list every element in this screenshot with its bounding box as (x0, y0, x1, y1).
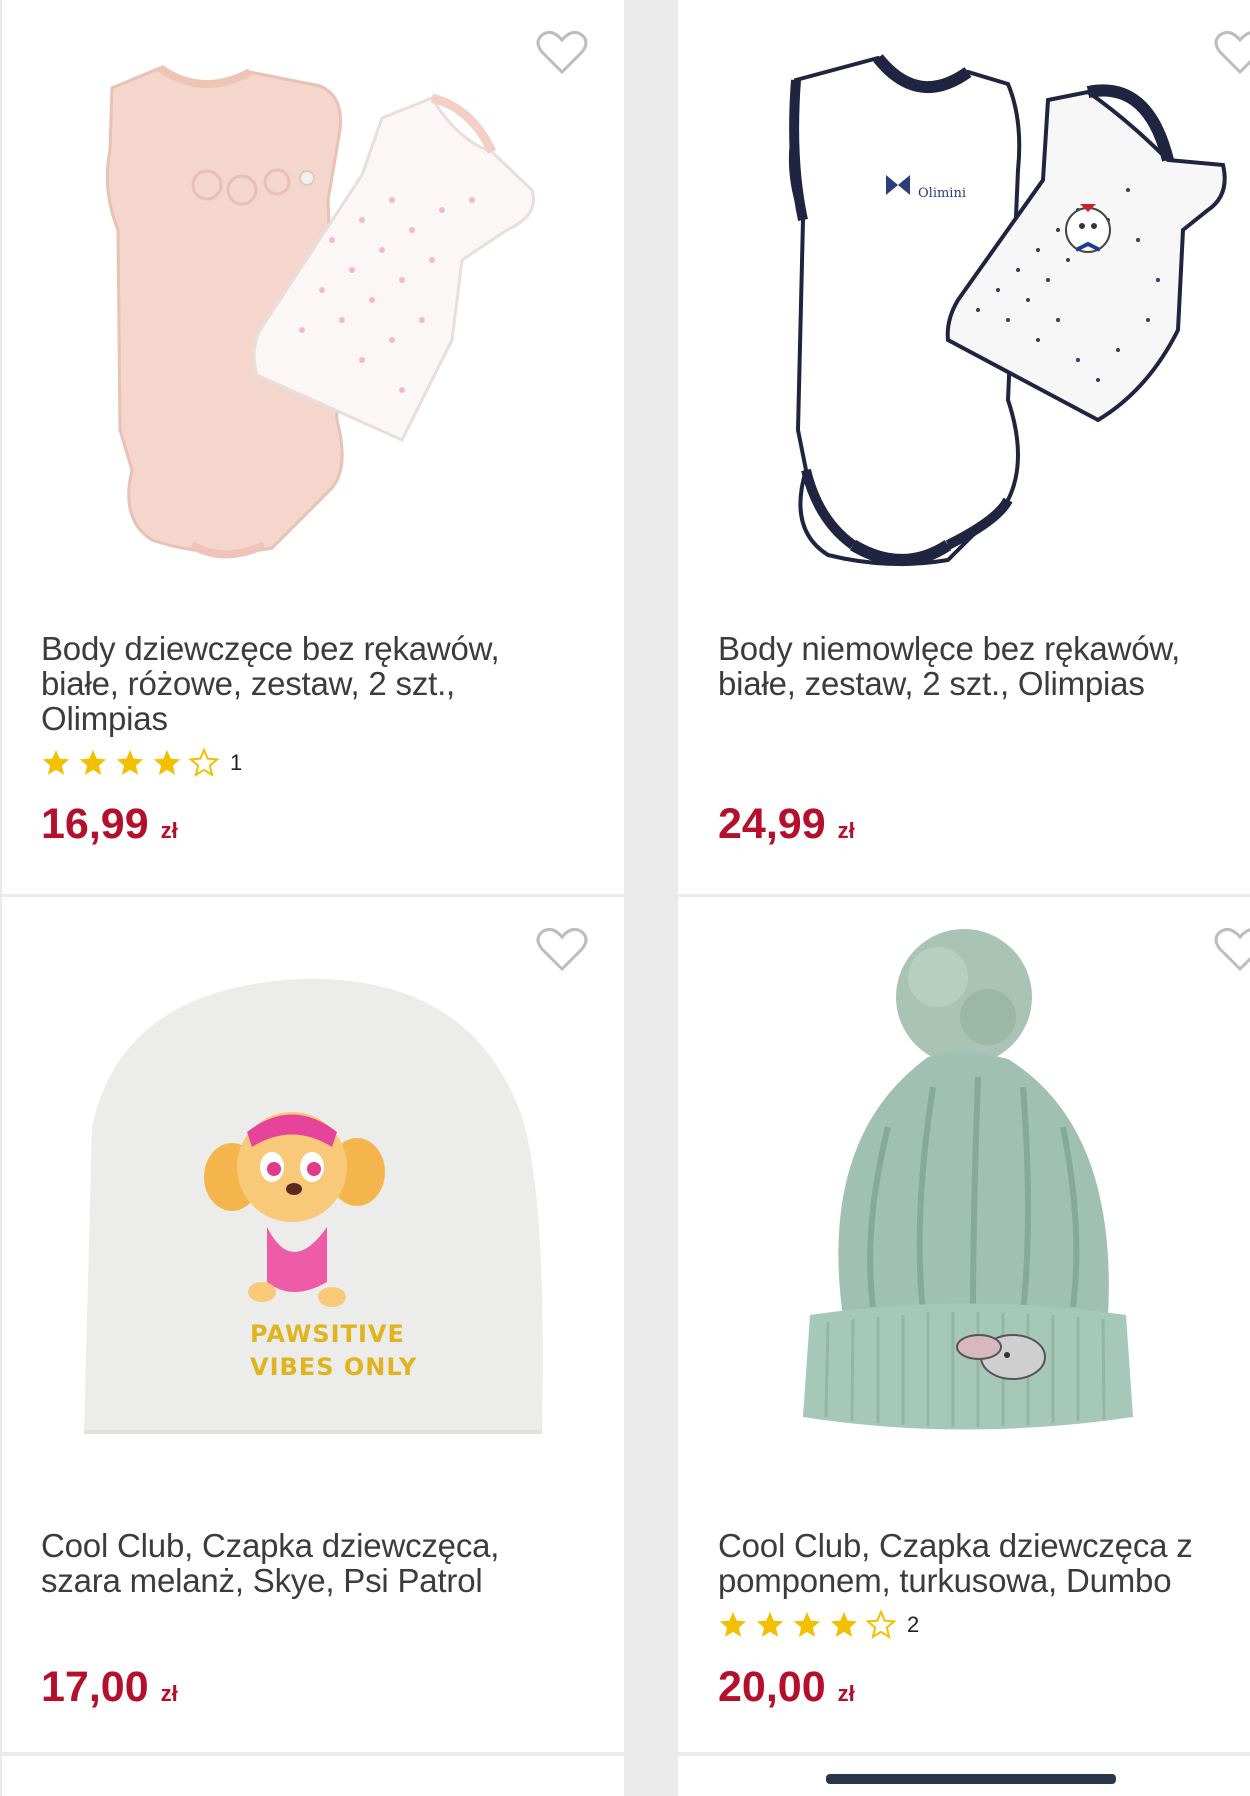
product-image-partial (826, 1774, 1116, 1784)
product-card-partial[interactable] (678, 1756, 1250, 1796)
grey-paw-patrol-beanie-image[interactable]: PAWSITIVE VIBES ONLY (2, 897, 624, 1457)
svg-text:VIBES ONLY: VIBES ONLY (250, 1353, 417, 1381)
product-card-partial[interactable] (2, 1756, 624, 1796)
price-value: 17,00 (41, 1663, 149, 1711)
heart-icon[interactable] (1214, 30, 1250, 76)
rating: 2 (718, 1608, 919, 1642)
star-filled-icon (153, 749, 181, 775)
heart-icon[interactable] (1214, 927, 1250, 973)
price-currency: zł (160, 1681, 178, 1706)
product-card[interactable]: Olimini Body niemowlęce bez rękawów, bia… (678, 0, 1250, 894)
price-currency: zł (837, 818, 855, 843)
rating: 1 (41, 746, 242, 780)
price-value: 16,99 (41, 800, 149, 848)
price: 24,99 zł (718, 800, 855, 849)
product-card[interactable]: PAWSITIVE VIBES ONLY Cool Club, Czapka d… (2, 897, 624, 1752)
price-currency: zł (160, 818, 178, 843)
rating-count: 2 (907, 1612, 920, 1637)
price-value: 20,00 (718, 1663, 826, 1711)
product-card[interactable]: Body dziewczęce bez rękawów, białe, różo… (2, 0, 624, 894)
star-filled-icon (79, 749, 107, 775)
price-value: 24,99 (718, 800, 826, 848)
star-filled-icon (793, 1611, 821, 1637)
price: 17,00 zł (41, 1663, 178, 1712)
white-navy-bodysuit-set-image[interactable]: Olimini (678, 0, 1250, 600)
price-currency: zł (837, 1681, 855, 1706)
turquoise-pompom-hat-image[interactable] (678, 897, 1250, 1457)
star-filled-icon (719, 1611, 747, 1637)
heart-icon[interactable] (536, 927, 588, 973)
price: 20,00 zł (718, 1663, 855, 1712)
product-card[interactable]: Cool Club, Czapka dziewczęca z pomponem,… (678, 897, 1250, 1752)
rating-count: 1 (230, 750, 243, 775)
svg-text:PAWSITIVE: PAWSITIVE (250, 1320, 405, 1348)
price: 16,99 zł (41, 800, 178, 849)
svg-text:Olimini: Olimini (918, 186, 966, 201)
star-filled-icon (116, 749, 144, 775)
heart-icon[interactable] (536, 30, 588, 76)
star-empty-icon (189, 748, 219, 778)
star-empty-icon (866, 1610, 896, 1640)
star-filled-icon (756, 1611, 784, 1637)
star-filled-icon (42, 749, 70, 775)
product-title[interactable]: Body niemowlęce bez rękawów, białe, zest… (718, 631, 1238, 701)
pink-white-bodysuit-set-image[interactable] (2, 0, 624, 600)
product-title[interactable]: Cool Club, Czapka dziewczęca z pomponem,… (718, 1528, 1238, 1598)
star-filled-icon (830, 1611, 858, 1637)
product-title[interactable]: Cool Club, Czapka dziewczęca, szara mela… (41, 1528, 561, 1598)
product-title[interactable]: Body dziewczęce bez rękawów, białe, różo… (41, 631, 561, 736)
